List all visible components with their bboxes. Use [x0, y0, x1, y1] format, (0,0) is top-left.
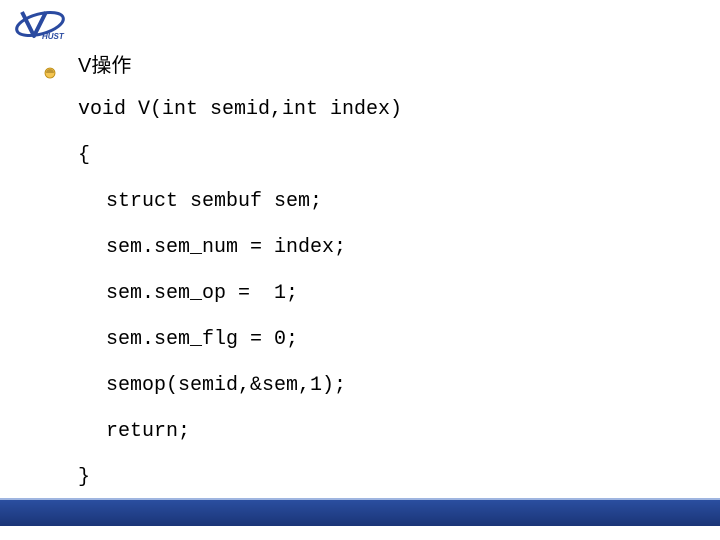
slide: HUST V操作 void V(int semid,int index) { s…: [0, 0, 720, 540]
code-line-semnum: sem.sem_num = index;: [78, 238, 680, 258]
code-line-semflg: sem.sem_flg = 0;: [78, 330, 680, 350]
code-line-open-brace: {: [78, 146, 680, 166]
logo: HUST: [12, 6, 72, 44]
code-line-return: return;: [78, 422, 680, 442]
code-line-decl: struct sembuf sem;: [78, 192, 680, 212]
heading: V操作: [78, 56, 680, 76]
code-line-signature: void V(int semid,int index): [78, 100, 680, 120]
code-line-semop: sem.sem_op = 1;: [78, 284, 680, 304]
code-line-call: semop(semid,&sem,1);: [78, 376, 680, 396]
content-block: V操作 void V(int semid,int index) { struct…: [78, 56, 680, 514]
footer-bar: [0, 500, 720, 526]
svg-text:HUST: HUST: [42, 32, 65, 41]
bullet-icon: [44, 66, 56, 78]
code-line-close-brace: }: [78, 468, 680, 488]
